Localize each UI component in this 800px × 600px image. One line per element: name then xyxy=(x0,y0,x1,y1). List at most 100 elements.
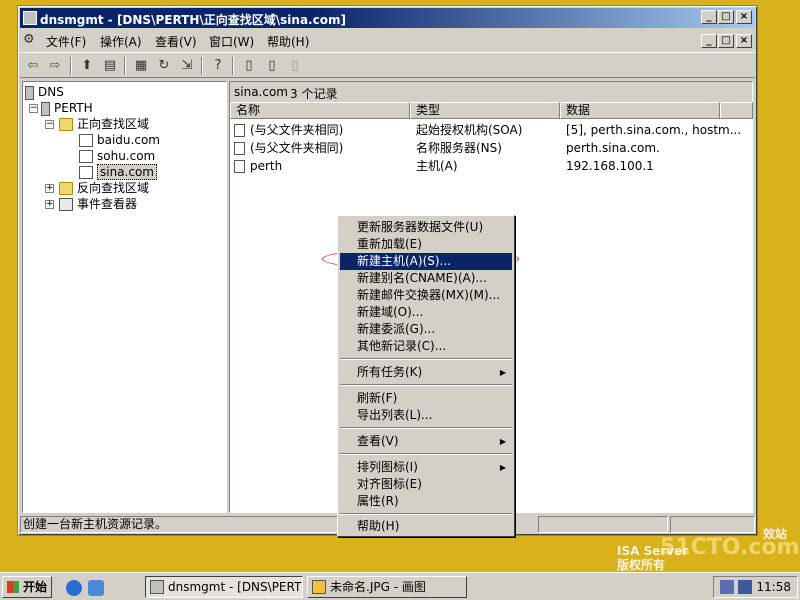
menu-item-label: 对齐图标(E) xyxy=(357,477,422,491)
menu-item-label: 导出列表(L)... xyxy=(357,408,433,422)
table-row[interactable]: (与父文件夹相同) 起始授权机构(SOA) [5], perth.sina.co… xyxy=(230,122,754,139)
menu-help[interactable]: 帮助(H) xyxy=(267,33,309,50)
desktop-icon[interactable] xyxy=(88,580,104,596)
tree-item-zone-sina[interactable]: sina.com xyxy=(79,164,157,180)
console-tree: DNS − PERTH − 正向查找区域 baidu.com sohu.com … xyxy=(22,81,227,513)
menu-all-tasks[interactable]: 所有任务(K) ▶ xyxy=(340,364,512,381)
maximize-button[interactable]: □ xyxy=(718,10,734,24)
child-close-button[interactable]: × xyxy=(736,34,752,48)
ie-icon[interactable] xyxy=(66,580,82,596)
title-bar[interactable]: dnsmgmt - [DNS\PERTH\正向查找区域\sina.com] _ … xyxy=(20,8,755,28)
record-data: 192.168.100.1 xyxy=(566,159,654,173)
menu-action[interactable]: 操作(A) xyxy=(100,33,142,50)
volume-icon[interactable] xyxy=(738,580,752,594)
menu-item-label: 其他新记录(C)... xyxy=(357,339,447,353)
help-icon[interactable]: ? xyxy=(208,56,228,76)
refresh-icon[interactable]: ↻ xyxy=(154,56,174,76)
column-header-spacer xyxy=(720,102,753,119)
menu-item-label: 查看(V) xyxy=(357,434,399,448)
record-icon[interactable]: ▯ xyxy=(239,56,259,76)
record-count: 3 个记录 xyxy=(290,87,338,101)
minimize-button[interactable]: _ xyxy=(701,10,717,24)
tree-item-perth[interactable]: PERTH xyxy=(41,100,93,116)
table-row[interactable]: (与父文件夹相同) 名称服务器(NS) perth.sina.com. xyxy=(230,140,754,157)
menu-item-label: 排列图标(I) xyxy=(357,460,418,474)
show-hide-tree-icon[interactable]: ▤ xyxy=(100,56,120,76)
menu-new-domain[interactable]: 新建域(O)... xyxy=(340,304,512,321)
menu-export-list[interactable]: 导出列表(L)... xyxy=(340,407,512,424)
dns-icon xyxy=(25,85,34,100)
tree-item-zone-sohu[interactable]: sohu.com xyxy=(79,148,155,164)
menu-item-label: 刷新(F) xyxy=(357,391,398,405)
status-text: 创建一台新主机资源记录。 xyxy=(20,516,338,533)
menu-item-label: 属性(R) xyxy=(357,494,399,508)
tree-label: 反向查找区域 xyxy=(77,181,150,195)
menu-separator xyxy=(340,384,512,386)
close-button[interactable]: × xyxy=(736,10,752,24)
task-label: dnsmgmt - [DNS\PERTH\... xyxy=(168,580,302,594)
collapse-forward-icon[interactable]: − xyxy=(45,120,54,129)
menu-separator xyxy=(340,427,512,429)
status-cell-2 xyxy=(538,516,668,533)
collapse-server-icon[interactable]: − xyxy=(29,104,38,113)
menu-new-alias[interactable]: 新建别名(CNAME)(A)... xyxy=(340,270,512,287)
tree-item-reverse-zones[interactable]: 反向查找区域 xyxy=(59,180,149,196)
menu-window[interactable]: 窗口(W) xyxy=(209,33,254,50)
menu-new-host[interactable]: 新建主机(A)(S)... xyxy=(340,253,512,270)
menu-file[interactable]: 文件(F) xyxy=(46,33,86,50)
child-restore-button[interactable]: □ xyxy=(718,34,734,48)
menu-arrange-icons[interactable]: 排列图标(I) ▶ xyxy=(340,459,512,476)
menu-new-mail-exchanger[interactable]: 新建邮件交换器(MX)(M)... xyxy=(340,287,512,304)
column-header-type[interactable]: 类型 xyxy=(410,102,560,119)
column-header-data[interactable]: 数据 xyxy=(560,102,720,119)
menu-view[interactable]: 查看(V) ▶ xyxy=(340,433,512,450)
tree-item-forward-zones[interactable]: 正向查找区域 xyxy=(59,116,149,132)
network-icon[interactable] xyxy=(720,580,734,594)
column-header-name[interactable]: 名称 xyxy=(230,102,410,119)
menu-help[interactable]: 帮助(H) xyxy=(340,518,512,535)
submenu-arrow-icon: ▶ xyxy=(499,437,506,446)
menu-other-new-records[interactable]: 其他新记录(C)... xyxy=(340,338,512,355)
record-icon[interactable]: ▯ xyxy=(262,56,282,76)
menu-item-label: 新建邮件交换器(MX)(M)... xyxy=(357,288,501,302)
record-icon xyxy=(234,160,245,173)
task-dnsmgmt[interactable]: dnsmgmt - [DNS\PERTH\... xyxy=(145,576,303,598)
properties-icon[interactable]: ▦ xyxy=(131,56,151,76)
up-folder-icon[interactable]: ⬆ xyxy=(77,56,97,76)
menu-new-delegation[interactable]: 新建委派(G)... xyxy=(340,321,512,338)
menu-line-up-icons[interactable]: 对齐图标(E) xyxy=(340,476,512,493)
menu-view[interactable]: 查看(V) xyxy=(155,33,197,50)
child-minimize-button[interactable]: _ xyxy=(701,34,717,48)
menu-item-label: 新建别名(CNAME)(A)... xyxy=(357,271,487,285)
expand-event-viewer-icon[interactable]: + xyxy=(45,200,54,209)
menu-item-label: 重新加载(E) xyxy=(357,237,422,251)
toolbar-separator xyxy=(70,57,72,75)
system-tray: 11:58 xyxy=(713,576,798,598)
window-title: dnsmgmt - [DNS\PERTH\正向查找区域\sina.com] xyxy=(40,13,346,27)
export-list-icon[interactable]: ⇲ xyxy=(177,56,197,76)
menu-item-label: 新建域(O)... xyxy=(357,305,424,319)
start-button[interactable]: 开始 xyxy=(2,576,52,598)
record-icon[interactable]: ▯ xyxy=(285,56,305,76)
menu-item-label: 更新服务器数据文件(U) xyxy=(357,220,484,234)
menu-refresh[interactable]: 刷新(F) xyxy=(340,390,512,407)
submenu-arrow-icon: ▶ xyxy=(499,463,506,472)
toolbar-separator xyxy=(124,57,126,75)
clock[interactable]: 11:58 xyxy=(756,580,791,594)
folder-icon xyxy=(59,182,73,195)
task-paint[interactable]: 未命名.JPG - 画图 xyxy=(307,576,467,598)
menu-update-server-data[interactable]: 更新服务器数据文件(U) xyxy=(340,219,512,236)
record-data: [5], perth.sina.com., hostm... xyxy=(566,123,742,137)
expand-reverse-icon[interactable]: + xyxy=(45,184,54,193)
back-icon[interactable]: ⇦ xyxy=(23,56,43,76)
tree-item-dns[interactable]: DNS xyxy=(25,84,64,100)
forward-icon[interactable]: ⇨ xyxy=(45,56,65,76)
tree-item-event-viewer[interactable]: 事件查看器 xyxy=(59,196,137,212)
tree-item-zone-baidu[interactable]: baidu.com xyxy=(79,132,160,148)
tree-label: 正向查找区域 xyxy=(77,117,150,131)
menu-reload[interactable]: 重新加载(E) xyxy=(340,236,512,253)
menu-properties[interactable]: 属性(R) xyxy=(340,493,512,510)
tree-label: DNS xyxy=(38,85,64,99)
table-row[interactable]: perth 主机(A) 192.168.100.1 xyxy=(230,158,754,175)
tree-label: PERTH xyxy=(54,101,93,115)
